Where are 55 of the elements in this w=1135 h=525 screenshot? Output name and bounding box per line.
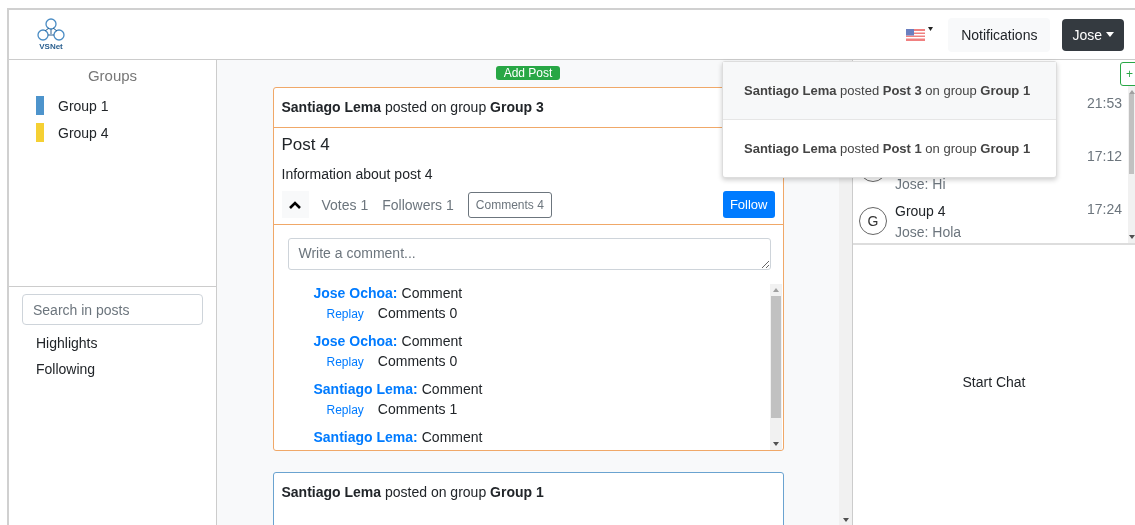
chat-preview: Jose: Hola (895, 224, 963, 240)
reply-count: Comments 0 (377, 305, 458, 321)
network-logo-icon (36, 18, 66, 42)
comment-text: Comment (401, 285, 463, 301)
caret-icon (928, 26, 934, 31)
scroll-down-icon[interactable] (842, 518, 849, 522)
chat-time: 21:53 (1086, 95, 1122, 111)
logo-text: VSNet (39, 42, 63, 51)
group-link[interactable]: Group 1 (58, 97, 109, 114)
scroll-down-icon[interactable] (772, 442, 779, 446)
comment-text: Comment (421, 429, 483, 445)
reply-count: Comments 0 (377, 353, 458, 369)
chat-name[interactable]: Group 4 (895, 201, 1087, 221)
user-menu-button[interactable]: Jose (1062, 18, 1124, 51)
chevron-up-icon (289, 200, 301, 209)
comment-author-link[interactable]: Santiago Lema: (313, 381, 418, 397)
upvote-button[interactable] (281, 191, 309, 218)
comment-text: Comment (421, 381, 483, 397)
comment-author-link[interactable]: Santiago Lema: (313, 429, 418, 445)
comments-button[interactable]: Comments 4 (467, 191, 552, 218)
reply-count: Comments 1 (377, 401, 458, 417)
chat-time: 17:24 (1086, 201, 1122, 217)
reply-link[interactable]: Replay (326, 355, 364, 369)
comment-text: Comment (401, 333, 463, 349)
chat-preview: Jose: Hi (895, 176, 947, 192)
us-flag-icon (906, 28, 926, 41)
post-header: Santiago Lema posted on group Group 1 (280, 483, 545, 502)
comment-author-link[interactable]: Jose Ochoa: (313, 285, 398, 301)
comment-field[interactable]: Write a comment... (287, 238, 771, 270)
post-title: Post 4 (281, 135, 330, 155)
add-post-button[interactable]: Add Post (495, 66, 561, 80)
votes-count: Votes 1 (321, 196, 369, 213)
reply-link[interactable]: Replay (326, 307, 364, 321)
notification-item[interactable]: Santiago Lema posted Post 3 on group Group 1 (723, 62, 1056, 120)
reply-link[interactable]: Replay (326, 403, 364, 417)
notifications-button[interactable]: Notifications (948, 17, 1051, 52)
scroll-up-icon[interactable] (772, 288, 779, 292)
comment-author-link[interactable]: Jose Ochoa: (313, 333, 398, 349)
logo[interactable]: VSNet (36, 18, 66, 51)
groups-heading: Groups (86, 66, 139, 84)
scrollbar[interactable] (1128, 86, 1135, 243)
search-field[interactable]: Search in posts (22, 294, 203, 325)
post-text: Information about post 4 (281, 166, 433, 182)
scrollbar[interactable] (769, 284, 782, 450)
caret-icon (1106, 32, 1114, 37)
filter-link[interactable]: Following (22, 361, 203, 377)
follow-button[interactable]: Follow (722, 191, 775, 218)
new-chat-button[interactable]: + (1120, 62, 1135, 86)
scroll-up-icon[interactable] (1128, 90, 1135, 94)
scroll-down-icon[interactable] (1128, 235, 1135, 239)
start-chat-text: Start Chat (961, 373, 1027, 392)
chat-time: 17:12 (1086, 148, 1122, 164)
followers-count: Followers 1 (382, 196, 454, 213)
group-link[interactable]: Group 4 (58, 124, 109, 141)
filter-link[interactable]: Highlights (22, 335, 203, 351)
